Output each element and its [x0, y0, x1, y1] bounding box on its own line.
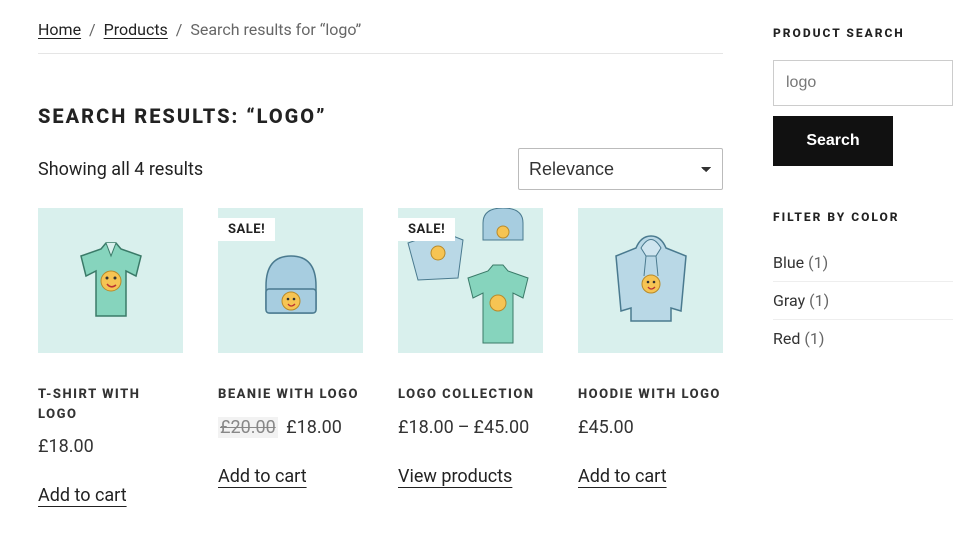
search-input[interactable] — [773, 60, 953, 106]
sort-select[interactable]: Relevance — [518, 148, 723, 190]
product-card[interactable]: T-SHIRT WITH LOGO £18.00 Add to cart — [38, 208, 183, 506]
color-filter-item[interactable]: Red (1) — [773, 320, 953, 357]
product-image: SALE! — [398, 208, 543, 353]
widget-title-filter: FILTER BY COLOR — [773, 210, 953, 224]
search-button[interactable]: Search — [773, 116, 893, 166]
product-price: £18.00 — [38, 436, 183, 457]
product-card[interactable]: SALE! LOGO COLLECTION £18 — [398, 208, 543, 506]
view-products-button[interactable]: View products — [398, 466, 512, 487]
product-grid: T-SHIRT WITH LOGO £18.00 Add to cart SAL… — [38, 208, 723, 506]
breadcrumb-tail: Search results for “logo” — [190, 20, 361, 39]
product-price: £45.00 — [578, 417, 723, 438]
page-title: SEARCH RESULTS: “LOGO” — [38, 104, 723, 128]
product-title: T-SHIRT WITH LOGO — [38, 385, 183, 424]
breadcrumb: Home / Products / Search results for “lo… — [38, 20, 723, 54]
product-title: BEANIE WITH LOGO — [218, 385, 363, 405]
add-to-cart-button[interactable]: Add to cart — [218, 466, 307, 487]
breadcrumb-sep: / — [89, 20, 96, 39]
sale-badge: SALE! — [218, 218, 275, 241]
breadcrumb-sep: / — [176, 20, 183, 39]
product-card[interactable]: HOODIE WITH LOGO £45.00 Add to cart — [578, 208, 723, 506]
product-image — [578, 208, 723, 353]
color-filter-item[interactable]: Gray (1) — [773, 282, 953, 320]
product-price: £20.00 £18.00 — [218, 417, 363, 438]
product-card[interactable]: SALE! BEANIE WITH LOGO £20.00 £18.00 Add… — [218, 208, 363, 506]
add-to-cart-button[interactable]: Add to cart — [38, 485, 127, 506]
product-image — [38, 208, 183, 353]
color-filter-list: Blue (1) Gray (1) Red (1) — [773, 244, 953, 357]
sale-badge: SALE! — [398, 218, 455, 241]
product-title: HOODIE WITH LOGO — [578, 385, 723, 405]
product-image: SALE! — [218, 208, 363, 353]
add-to-cart-button[interactable]: Add to cart — [578, 466, 667, 487]
widget-title-search: PRODUCT SEARCH — [773, 26, 953, 40]
result-count: Showing all 4 results — [38, 159, 203, 180]
breadcrumb-home[interactable]: Home — [38, 20, 81, 39]
old-price: £20.00 — [218, 417, 278, 438]
product-price: £18.00–£45.00 — [398, 417, 543, 438]
color-filter-item[interactable]: Blue (1) — [773, 244, 953, 282]
breadcrumb-products[interactable]: Products — [104, 20, 168, 39]
product-title: LOGO COLLECTION — [398, 385, 543, 405]
